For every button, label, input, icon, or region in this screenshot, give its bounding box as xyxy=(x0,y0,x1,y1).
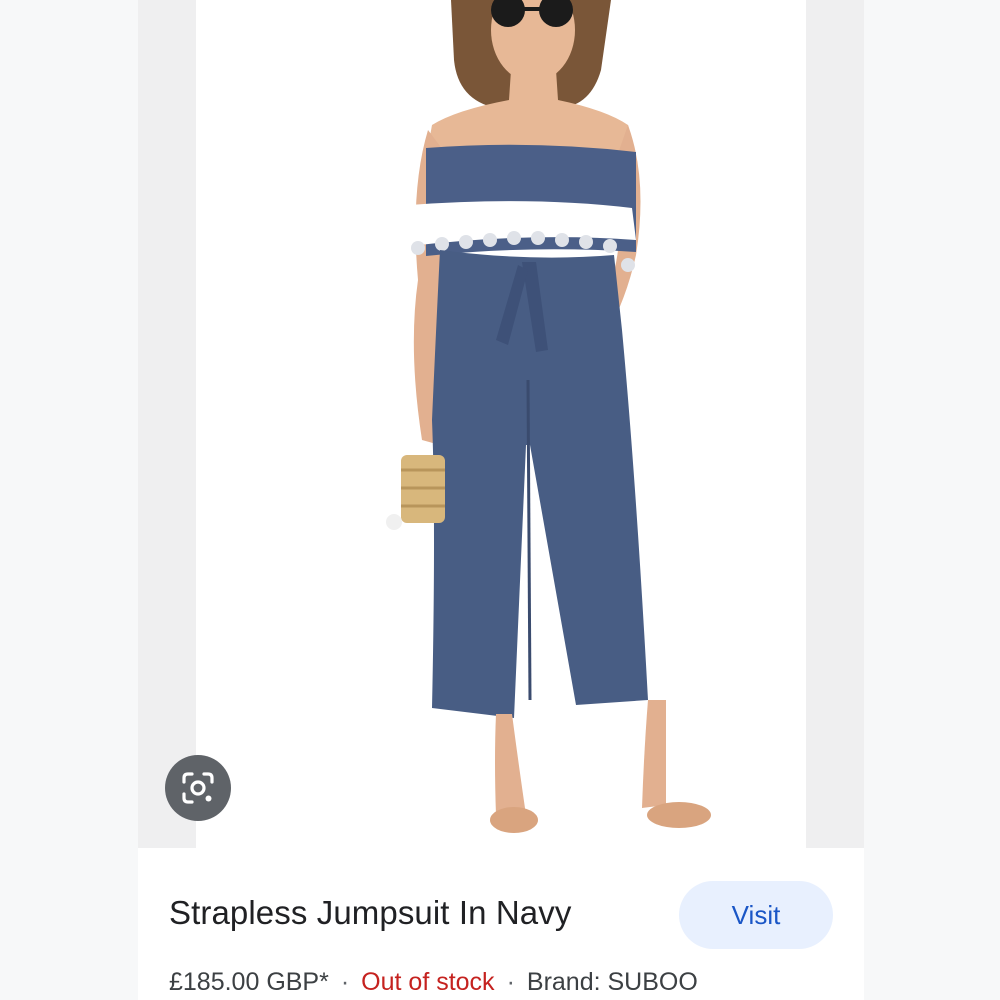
google-lens-button[interactable] xyxy=(165,755,231,821)
stock-status: Out of stock xyxy=(361,968,495,996)
product-image-area[interactable] xyxy=(138,0,864,848)
product-info: Strapless Jumpsuit In Navy Visit £185.00… xyxy=(138,848,864,1000)
left-margin xyxy=(0,0,138,1000)
product-card: Strapless Jumpsuit In Navy Visit £185.00… xyxy=(138,0,864,1000)
brand: Brand: SUBOO xyxy=(526,968,698,996)
price: £185.00 GBP* xyxy=(169,968,329,996)
model-illustration xyxy=(386,0,711,833)
separator-dot: · xyxy=(506,968,515,996)
visit-button[interactable]: Visit xyxy=(679,881,833,949)
separator-dot: · xyxy=(340,968,350,996)
product-title[interactable]: Strapless Jumpsuit In Navy xyxy=(169,894,571,932)
product-photo[interactable] xyxy=(196,0,806,848)
product-meta: £185.00 GBP* · Out of stock · Brand: SUBOO xyxy=(169,968,698,997)
right-margin xyxy=(864,0,1000,1000)
google-lens-icon xyxy=(182,772,214,804)
